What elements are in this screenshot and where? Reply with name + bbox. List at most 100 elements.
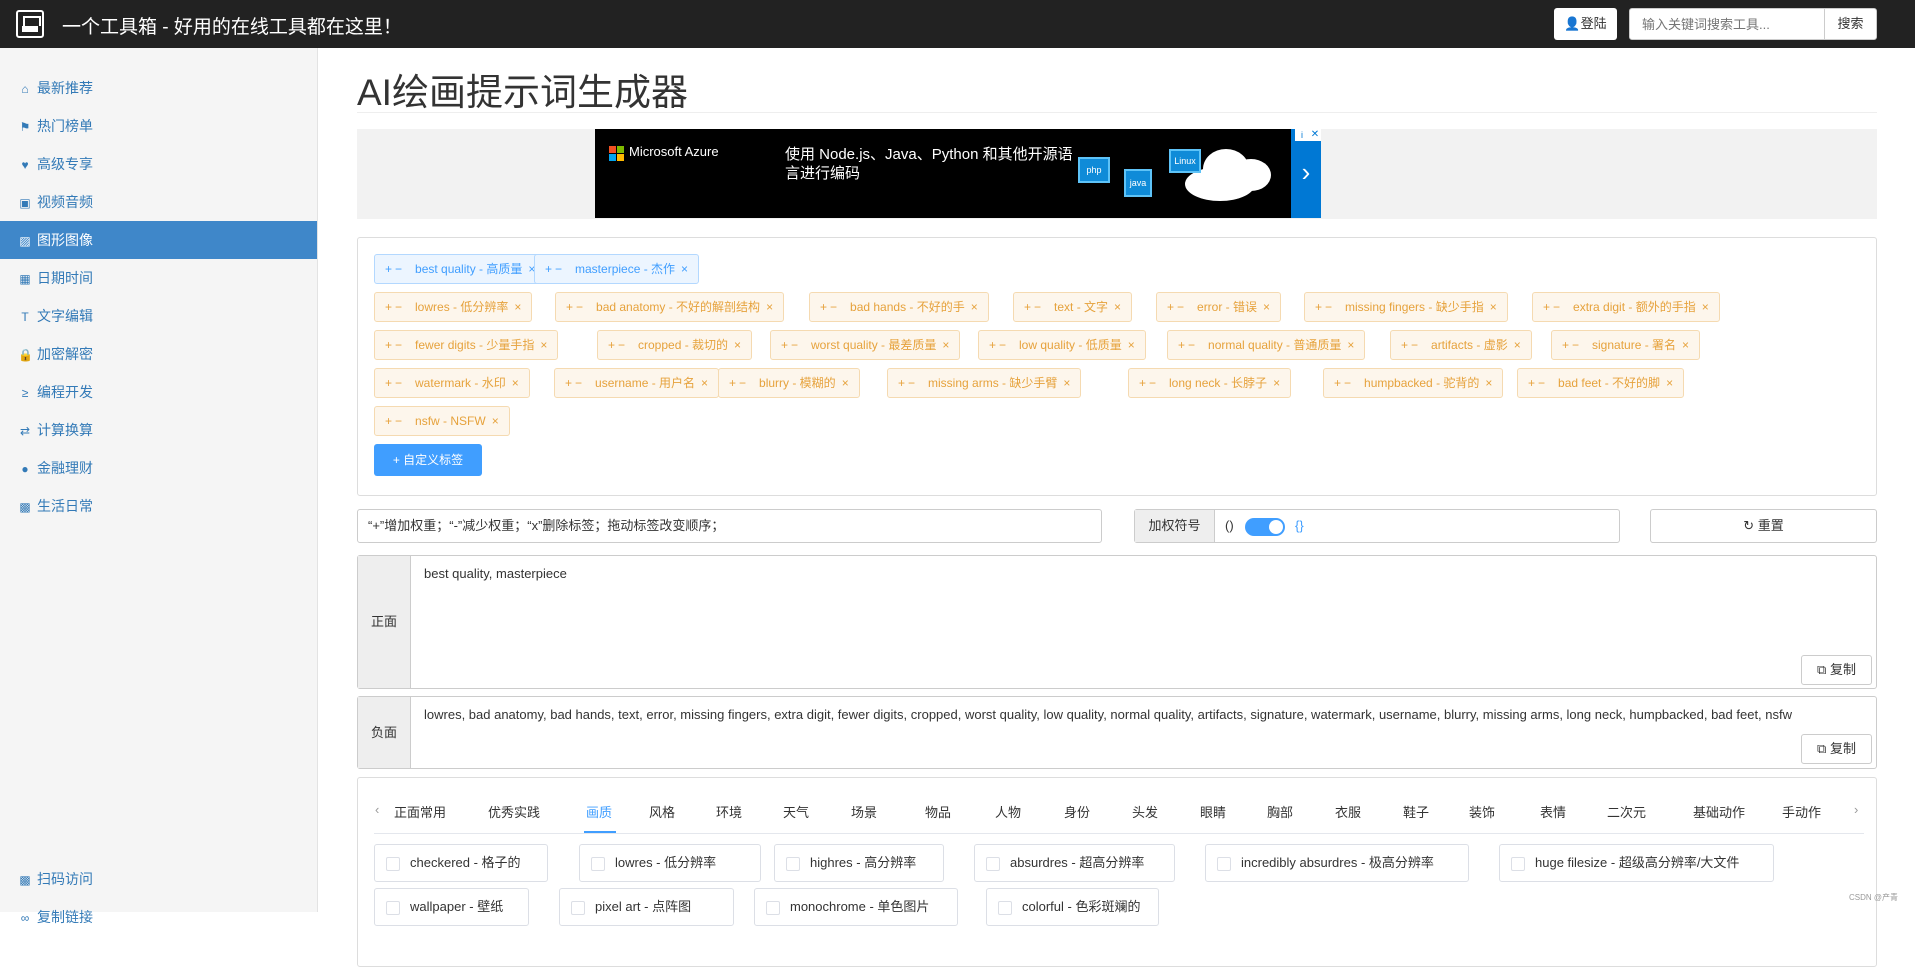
remove-tag-icon[interactable]: ×: [681, 262, 688, 276]
category-tab[interactable]: 衣服: [1335, 802, 1361, 821]
sidebar-item[interactable]: ▩ 生活日常: [0, 487, 317, 525]
prompt-tag[interactable]: +− artifacts - 虚影 ×: [1390, 330, 1532, 360]
negative-prompt-textarea[interactable]: lowres, bad anatomy, bad hands, text, er…: [424, 705, 1864, 725]
remove-tag-icon[interactable]: ×: [492, 414, 499, 428]
option-checkbox[interactable]: huge filesize - 超级高分辨率/大文件: [1499, 844, 1774, 882]
remove-tag-icon[interactable]: ×: [540, 338, 547, 352]
prompt-tag[interactable]: +− long neck - 长脖子 ×: [1128, 368, 1292, 398]
option-checkbox[interactable]: absurdres - 超高分辨率: [974, 844, 1175, 882]
prompt-tag[interactable]: +− normal quality - 普通质量 ×: [1167, 330, 1366, 360]
option-checkbox[interactable]: pixel art - 点阵图: [559, 888, 734, 926]
weight-adjust-icon[interactable]: +−: [729, 376, 749, 390]
weight-adjust-icon[interactable]: +−: [1401, 338, 1421, 352]
positive-prompt-textarea[interactable]: best quality, masterpiece: [424, 564, 1864, 584]
sidebar-item[interactable]: ⚑ 热门榜单: [0, 107, 317, 145]
remove-tag-icon[interactable]: ×: [512, 376, 519, 390]
prompt-tag[interactable]: +− watermark - 水印 ×: [374, 368, 530, 398]
option-checkbox[interactable]: checkered - 格子的: [374, 844, 548, 882]
sidebar-item[interactable]: T 文字编辑: [0, 297, 317, 335]
category-tab[interactable]: 环境: [716, 802, 742, 821]
remove-tag-icon[interactable]: ×: [734, 338, 741, 352]
paren-option[interactable]: (): [1225, 510, 1234, 542]
remove-tag-icon[interactable]: ×: [1666, 376, 1673, 390]
weight-adjust-icon[interactable]: +−: [1334, 376, 1354, 390]
remove-tag-icon[interactable]: ×: [1702, 300, 1709, 314]
prompt-tag[interactable]: +− blurry - 模糊的 ×: [718, 368, 860, 398]
weight-adjust-icon[interactable]: +−: [1139, 376, 1159, 390]
remove-tag-icon[interactable]: ×: [1063, 376, 1070, 390]
category-tab[interactable]: 天气: [783, 802, 809, 821]
weight-adjust-icon[interactable]: +−: [1024, 300, 1044, 314]
sidebar-item[interactable]: ● 金融理财: [0, 449, 317, 487]
category-tab[interactable]: 物品: [925, 802, 951, 821]
prompt-tag[interactable]: +− text - 文字 ×: [1013, 292, 1133, 322]
remove-tag-icon[interactable]: ×: [1485, 376, 1492, 390]
remove-tag-icon[interactable]: ×: [1490, 300, 1497, 314]
prompt-tag[interactable]: +− nsfw - NSFW ×: [374, 406, 510, 436]
prompt-tag[interactable]: +− low quality - 低质量 ×: [978, 330, 1146, 360]
category-tab[interactable]: 装饰: [1469, 802, 1495, 821]
login-button[interactable]: 👤登陆: [1554, 8, 1617, 40]
remove-tag-icon[interactable]: ×: [514, 300, 521, 314]
sidebar-item[interactable]: ♥ 高级专享: [0, 145, 317, 183]
weight-adjust-icon[interactable]: +−: [385, 376, 405, 390]
category-tab[interactable]: 画质: [586, 802, 612, 821]
remove-tag-icon[interactable]: ×: [701, 376, 708, 390]
sidebar-item[interactable]: ▨ 图形图像: [0, 221, 317, 259]
sidebar-item[interactable]: ⇄ 计算换算: [0, 411, 317, 449]
prompt-tag[interactable]: +− missing arms - 缺少手臂 ×: [887, 368, 1082, 398]
toolbox-logo-icon[interactable]: [16, 10, 44, 38]
remove-tag-icon[interactable]: ×: [1273, 376, 1280, 390]
prompt-tag[interactable]: +− masterpiece - 杰作 ×: [534, 254, 700, 284]
category-tab[interactable]: 眼睛: [1200, 802, 1226, 821]
prompt-tag[interactable]: +− cropped - 裁切的 ×: [597, 330, 753, 360]
sidebar-item[interactable]: 🔒 加密解密: [0, 335, 317, 373]
site-title[interactable]: 一个工具箱 - 好用的在线工具都在这里！: [62, 12, 402, 39]
category-tab[interactable]: 正面常用: [394, 802, 446, 821]
tab-scroll-right-icon[interactable]: ›: [1854, 802, 1858, 817]
category-tab[interactable]: 场景: [851, 802, 877, 821]
brace-option[interactable]: {}: [1295, 510, 1304, 542]
weight-adjust-icon[interactable]: +−: [1178, 338, 1198, 352]
weight-adjust-icon[interactable]: +−: [820, 300, 840, 314]
sidebar-bottom-item[interactable]: ▩ 扫码访问: [0, 860, 317, 898]
remove-tag-icon[interactable]: ×: [1347, 338, 1354, 352]
weight-adjust-icon[interactable]: +−: [1562, 338, 1582, 352]
weight-adjust-icon[interactable]: +−: [545, 262, 565, 276]
remove-tag-icon[interactable]: ×: [1263, 300, 1270, 314]
weight-adjust-icon[interactable]: +−: [989, 338, 1009, 352]
remove-tag-icon[interactable]: ×: [766, 300, 773, 314]
category-tab[interactable]: 手动作: [1782, 802, 1821, 821]
instructions-field[interactable]: “+”增加权重；“-”减少权重；“x”删除标签；拖动标签改变顺序；: [357, 509, 1102, 543]
category-tab[interactable]: 优秀实践: [488, 802, 540, 821]
prompt-tag[interactable]: +− bad hands - 不好的手 ×: [809, 292, 989, 322]
option-checkbox[interactable]: lowres - 低分辨率: [579, 844, 761, 882]
prompt-tag[interactable]: +− bad anatomy - 不好的解剖结构 ×: [555, 292, 785, 322]
weight-adjust-icon[interactable]: +−: [385, 414, 405, 428]
ad-next-arrow[interactable]: ›: [1291, 129, 1321, 218]
prompt-tag[interactable]: +− worst quality - 最差质量 ×: [770, 330, 961, 360]
weight-adjust-icon[interactable]: +−: [1315, 300, 1335, 314]
prompt-tag[interactable]: +− fewer digits - 少量手指 ×: [374, 330, 559, 360]
weight-adjust-icon[interactable]: +−: [608, 338, 628, 352]
category-tab[interactable]: 风格: [649, 802, 675, 821]
sidebar-item[interactable]: ▦ 日期时间: [0, 259, 317, 297]
search-input[interactable]: [1629, 8, 1825, 40]
category-tab[interactable]: 鞋子: [1403, 802, 1429, 821]
tab-scroll-left-icon[interactable]: ‹: [375, 802, 379, 817]
prompt-tag[interactable]: +− humpbacked - 驼背的 ×: [1323, 368, 1504, 398]
sidebar-item[interactable]: ▣ 视频音频: [0, 183, 317, 221]
remove-tag-icon[interactable]: ×: [942, 338, 949, 352]
ad-info-icon[interactable]: i: [1295, 129, 1309, 141]
prompt-tag[interactable]: +− username - 用户名 ×: [554, 368, 720, 398]
prompt-tag[interactable]: +− best quality - 高质量 ×: [374, 254, 547, 284]
category-tab[interactable]: 头发: [1132, 802, 1158, 821]
option-checkbox[interactable]: wallpaper - 壁纸: [374, 888, 529, 926]
copy-negative-button[interactable]: ⧉ 复制: [1801, 734, 1872, 764]
prompt-tag[interactable]: +− missing fingers - 缺少手指 ×: [1304, 292, 1508, 322]
ad-close-icon[interactable]: ✕: [1309, 129, 1321, 141]
weight-adjust-icon[interactable]: +−: [898, 376, 918, 390]
ad-banner[interactable]: Microsoft Azure 使用 Node.js、Java、Python 和…: [595, 129, 1321, 218]
weight-adjust-icon[interactable]: +−: [565, 376, 585, 390]
category-tab[interactable]: 胸部: [1267, 802, 1293, 821]
